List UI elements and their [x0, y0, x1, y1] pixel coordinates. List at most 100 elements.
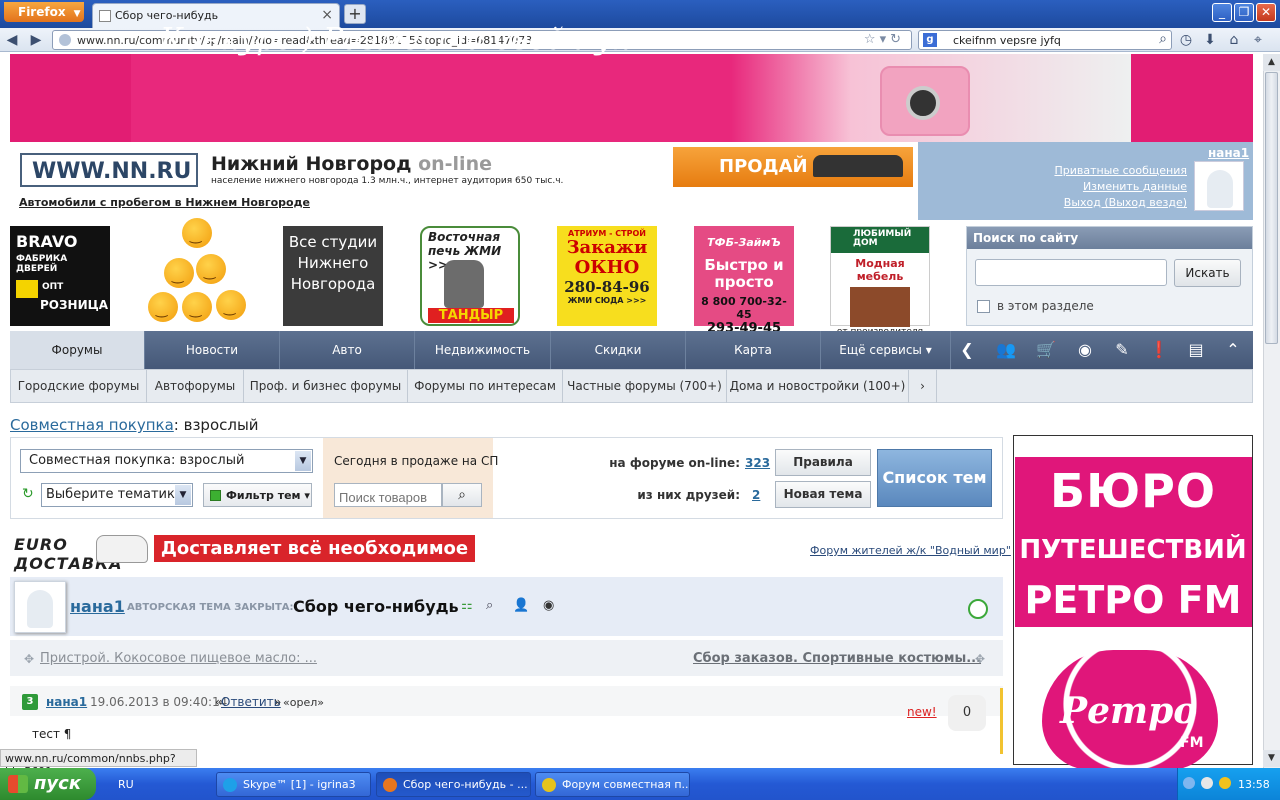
google-icon[interactable]: g	[923, 33, 937, 47]
used-cars-link[interactable]: Автомобили с пробегом в Нижнем Новгороде	[19, 196, 310, 209]
start-button[interactable]: пуск	[0, 768, 96, 800]
new-tab-button[interactable]: +	[344, 4, 366, 24]
reply-link[interactable]: Ответить	[221, 695, 281, 709]
user-name-link[interactable]: нана1	[1208, 146, 1249, 160]
section-only-checkbox[interactable]	[977, 300, 990, 313]
breadcrumb-link[interactable]: Совместная покупка	[10, 416, 174, 434]
basket-icon[interactable]: 🛒	[1034, 338, 1058, 362]
window-close-button[interactable]: ✕	[1256, 3, 1276, 22]
subnav-business-forums[interactable]: Проф. и бизнес форумы	[244, 370, 408, 403]
site-logo[interactable]: WWW.NN.RU	[20, 153, 198, 187]
pencil-icon[interactable]: ✎	[1110, 338, 1134, 362]
network-icon[interactable]	[1201, 777, 1213, 789]
alert-icon[interactable]: ❗	[1147, 338, 1171, 362]
topic-author-link[interactable]: нана1	[70, 597, 125, 616]
nav-map[interactable]: Карта	[686, 331, 821, 369]
refresh-icon[interactable]: ↻	[22, 486, 34, 502]
avatar[interactable]	[14, 581, 66, 633]
chat-icon[interactable]: ▤	[1184, 338, 1208, 362]
forward-icon[interactable]: ▶	[26, 31, 46, 49]
nav-auto[interactable]: Авто	[280, 331, 415, 369]
subnav-interest-forums[interactable]: Форумы по интересам	[408, 370, 563, 403]
topics-list-button[interactable]: Список тем	[877, 449, 992, 507]
task-chrome[interactable]: Форум совместная п...	[535, 772, 690, 797]
euro-delivery-banner[interactable]: Доставляет всё необходимое	[154, 535, 475, 562]
language-indicator[interactable]: RU	[118, 778, 134, 791]
ad-window-phone: 280-84-96	[564, 278, 650, 296]
history-icon[interactable]: ◷	[1176, 31, 1196, 49]
maximize-button[interactable]: ❐	[1234, 3, 1254, 22]
tray-arrow-icon[interactable]	[1183, 777, 1195, 789]
ad-loan[interactable]: ТФБ-ЗаймЪ Быстро и просто 8 800 700-32-4…	[694, 226, 794, 336]
eye-icon[interactable]: ◉	[1073, 338, 1097, 362]
rules-button[interactable]: Правила	[775, 449, 871, 476]
prev-topic-link[interactable]: Пристрой. Кокосовое пищевое масло: ...	[40, 651, 317, 666]
ad-furniture[interactable]: ЛЮБИМЫЙ ДОМ Модная мебель от производите…	[830, 226, 930, 337]
post-counter[interactable]: 0	[948, 695, 986, 731]
users-icon[interactable]: 👤	[513, 598, 529, 613]
next-topic-link[interactable]: Сбор заказов. Спортивные костюмы...	[693, 651, 981, 666]
subnav-city-forums[interactable]: Городские форумы	[11, 370, 147, 403]
banner-text: Конкурс ) Размести свой лук	[160, 22, 630, 57]
ad-smileys[interactable]	[146, 218, 246, 326]
topic-title: Сбор чего-нибудь	[293, 597, 459, 616]
firefox-menu-button[interactable]: Firefox ▼	[4, 2, 84, 22]
retro-logo-text: Ретро	[1060, 690, 1198, 732]
nav-more-services[interactable]: Ещё сервисы ▾	[821, 331, 951, 369]
site-search-button[interactable]: Искать	[1174, 259, 1241, 287]
nav-realty[interactable]: Недвижимость	[415, 331, 551, 369]
task-skype[interactable]: Skype™ [1] - igrina3	[216, 772, 371, 797]
scroll-down-icon[interactable]: ▼	[1263, 750, 1280, 767]
chevron-right-icon[interactable]: ›	[909, 370, 937, 403]
scroll-up-icon[interactable]: ▲	[1263, 54, 1280, 71]
new-topic-button[interactable]: Новая тема	[775, 481, 871, 508]
sell-banner[interactable]: ПРОДАЙ	[673, 147, 913, 187]
up-arrow-icon[interactable]: ⌃	[1221, 338, 1245, 362]
nav-forums[interactable]: Форумы	[10, 331, 145, 369]
euro-delivery-logo[interactable]: EURO ДОСТАВКА	[12, 535, 148, 573]
nav-discounts[interactable]: Скидки	[551, 331, 686, 369]
info-icon[interactable]	[1219, 777, 1231, 789]
edit-profile-link[interactable]: Изменить данные	[1040, 180, 1187, 193]
site-search-input[interactable]	[975, 259, 1167, 286]
ad-studios[interactable]: Все студии Нижнего Новгорода	[283, 226, 383, 326]
ad-tandoor-stove[interactable]: Восточная печь ЖМИ >>> ТАНДЫР	[420, 226, 520, 326]
online-count-link[interactable]: 323	[745, 456, 770, 470]
subnav-private-forums[interactable]: Частные форумы (700+)	[563, 370, 727, 403]
task-firefox[interactable]: Сбор чего-нибудь - ...	[376, 772, 531, 797]
contest-banner[interactable]	[10, 54, 1253, 142]
topic-select[interactable]: Выберите тематику ▼	[41, 483, 193, 507]
subnav-auto-forums[interactable]: Автофорумы	[147, 370, 244, 403]
ad-bravo-doors[interactable]: BRAVO ФАБРИКА ДВЕРЕЙ ОПТ РОЗНИЦА	[10, 226, 110, 326]
search-icon[interactable]: ⌕	[486, 598, 493, 613]
filter-button[interactable]: Фильтр тем ▾	[203, 483, 312, 507]
menu-icon[interactable]: ⌖	[1248, 31, 1268, 49]
home-icon[interactable]: ⌂	[1224, 31, 1244, 49]
status-icon[interactable]	[968, 599, 988, 619]
tree-icon[interactable]: ⚏	[461, 598, 473, 613]
search-icon[interactable]: ⌕	[442, 483, 482, 507]
friends-count-link[interactable]: 2	[752, 488, 760, 502]
download-icon[interactable]: ⬇	[1200, 31, 1220, 49]
subnav-houses-forums[interactable]: Дома и новостройки (100+)	[727, 370, 909, 403]
search-icon[interactable]: ⌕	[1159, 31, 1167, 47]
back-icon[interactable]: ◀	[2, 31, 22, 49]
forum-select[interactable]: Совместная покупка: взрослый ▼	[20, 449, 313, 473]
logout-link[interactable]: Выход (Выход везде)	[1040, 196, 1187, 209]
back-circle-icon[interactable]: ❮	[955, 338, 979, 362]
goods-search-input[interactable]	[334, 483, 442, 507]
post-author-link[interactable]: нана1	[46, 695, 87, 709]
new-badge-link[interactable]: new!	[907, 705, 937, 719]
private-messages-link[interactable]: Приватные сообщения	[1040, 164, 1187, 177]
browser-search-bar[interactable]: g ckeifnm vepsre jyfq ⌕	[918, 30, 1172, 50]
close-icon[interactable]: ×	[321, 7, 333, 23]
scroll-thumb[interactable]	[1265, 72, 1278, 344]
ad-windows[interactable]: АТРИУМ - СТРОЙ Закажи ОКНО 280-84-96 ЖМИ…	[557, 226, 657, 326]
minimize-button[interactable]: _	[1212, 3, 1232, 22]
avatar[interactable]	[1194, 161, 1244, 211]
bookmark-star-icon[interactable]: ☆▾↻	[864, 32, 905, 47]
people-icon[interactable]: 👥	[994, 338, 1018, 362]
eye-icon[interactable]: ◉	[543, 598, 554, 613]
water-world-forum-link[interactable]: Форум жителей ж/к "Водный мир"	[810, 544, 1011, 557]
nav-news[interactable]: Новости	[145, 331, 280, 369]
